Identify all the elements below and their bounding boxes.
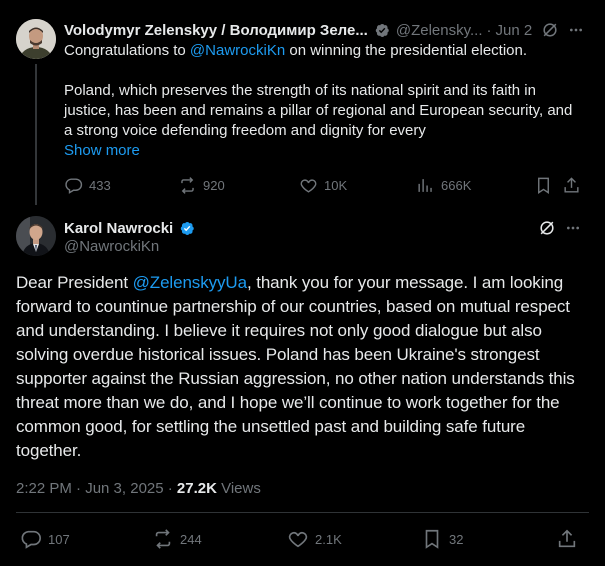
like-count: 2.1K bbox=[315, 531, 342, 547]
views-count: 27.2K bbox=[176, 480, 217, 497]
tweet-paragraph: Congratulations to @NawrockiKn on winnin… bbox=[64, 41, 584, 61]
tweet-text: Dear President @ZelenskyyUa, thank you f… bbox=[16, 271, 591, 463]
tweet-meta: 2:22 PM · Jun 3, 2025 · 27.2K Views bbox=[16, 480, 261, 497]
author-name[interactable]: Volodymyr Zelenskyy / Володимир Зеле... bbox=[64, 22, 368, 39]
share-button[interactable] bbox=[562, 174, 587, 196]
tweet-date[interactable]: Jun 2 bbox=[496, 22, 533, 39]
like-icon bbox=[288, 531, 308, 548]
verified-badge-icon[interactable] bbox=[373, 22, 390, 39]
main-tweet: Karol Nawrocki @NawrockiKn Dear Presiden… bbox=[0, 205, 605, 566]
tweet-header: Volodymyr Zelenskyy / Володимир Зеле... … bbox=[64, 20, 594, 40]
text-segment: , thank you for your message. I am looki… bbox=[16, 273, 575, 460]
bookmark-button[interactable]: 32 bbox=[421, 527, 463, 551]
views-label: Views bbox=[216, 480, 261, 497]
like-button[interactable]: 2.1K bbox=[287, 527, 342, 551]
author-name-row: Karol Nawrocki bbox=[64, 218, 201, 238]
share-button[interactable] bbox=[556, 527, 584, 551]
repost-count: 244 bbox=[180, 531, 202, 547]
repost-icon bbox=[155, 529, 171, 549]
tweet-paragraph: Poland, which preserves the strength of … bbox=[64, 82, 573, 139]
repost-count: 920 bbox=[203, 177, 225, 193]
tweet-timestamp[interactable]: 2:22 PM · Jun 3, 2025 · bbox=[16, 480, 177, 497]
views-icon bbox=[418, 178, 432, 192]
avatar[interactable] bbox=[16, 216, 56, 256]
repost-button[interactable]: 244 bbox=[152, 527, 202, 551]
share-icon bbox=[558, 529, 576, 548]
reply-icon bbox=[65, 177, 83, 194]
tweet-actions: 107 244 2.1K 32 bbox=[16, 527, 589, 551]
show-more-link[interactable]: Show more bbox=[64, 142, 140, 159]
reply-icon bbox=[21, 530, 41, 549]
bookmark-icon bbox=[425, 529, 439, 549]
like-button[interactable]: 10K bbox=[299, 174, 347, 196]
avatar[interactable] bbox=[16, 19, 56, 59]
text-segment: Congratulations to bbox=[64, 42, 190, 59]
bookmark-count: 32 bbox=[449, 531, 464, 547]
parent-tweet[interactable]: Volodymyr Zelenskyy / Володимир Зеле... … bbox=[0, 0, 605, 205]
separator-dot: · bbox=[486, 21, 492, 39]
reply-button[interactable]: 107 bbox=[20, 527, 70, 551]
grok-icon[interactable] bbox=[540, 20, 560, 40]
text-segment: on winning the presidential election. bbox=[285, 42, 528, 59]
tweet-actions: 433 920 10K 666K bbox=[64, 174, 584, 196]
bookmark-button[interactable] bbox=[534, 174, 559, 196]
verified-badge-icon[interactable] bbox=[178, 220, 195, 237]
tweet-text: Congratulations to @NawrockiKn on winnin… bbox=[64, 41, 584, 141]
mention-link[interactable]: @NawrockiKn bbox=[190, 42, 285, 59]
author-name[interactable]: Karol Nawrocki bbox=[64, 220, 173, 237]
like-icon bbox=[300, 178, 317, 193]
divider bbox=[16, 512, 589, 513]
repost-icon bbox=[181, 176, 194, 194]
grok-icon[interactable] bbox=[537, 218, 557, 238]
bookmark-icon bbox=[538, 177, 549, 194]
reply-count: 107 bbox=[48, 531, 70, 547]
like-count: 10K bbox=[324, 177, 348, 193]
author-handle[interactable]: @NawrockiKn bbox=[64, 238, 159, 255]
views-button[interactable]: 666K bbox=[416, 174, 471, 196]
reply-count: 433 bbox=[89, 177, 111, 193]
thread-line bbox=[35, 64, 37, 205]
views-count: 666K bbox=[441, 177, 472, 193]
share-icon bbox=[564, 176, 579, 193]
text-segment: Dear President bbox=[16, 273, 133, 292]
more-icon[interactable] bbox=[568, 22, 584, 38]
author-handle[interactable]: @Zelensky... bbox=[396, 22, 483, 39]
reply-button[interactable]: 433 bbox=[64, 174, 111, 196]
more-icon[interactable] bbox=[565, 220, 581, 236]
mention-link[interactable]: @ZelenskyyUa bbox=[133, 273, 247, 292]
repost-button[interactable]: 920 bbox=[178, 174, 225, 196]
